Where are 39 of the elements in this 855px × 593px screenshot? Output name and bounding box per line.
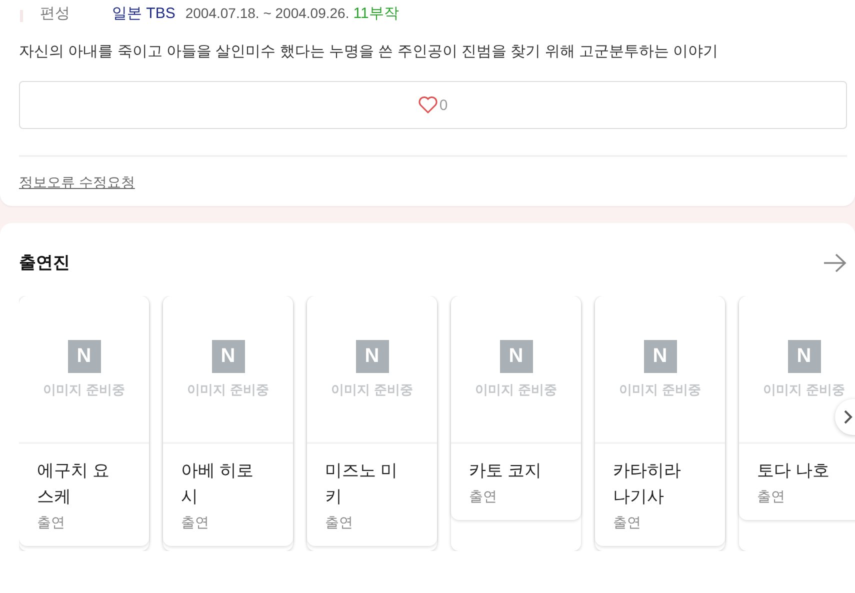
placeholder-logo: N	[644, 340, 676, 372]
cast-card[interactable]: N 이미지 준비중 카타히라 나기사 출연	[595, 296, 725, 551]
channel-text: 일본 TBS	[112, 4, 176, 22]
cast-role: 출연	[469, 488, 498, 506]
episode-count: 11부작	[353, 4, 399, 22]
cast-name: 에구치 요스케	[37, 460, 111, 508]
cast-card[interactable]: N 이미지 준비중 토다 나호 출연	[739, 296, 855, 551]
placeholder-text: 이미지 준비중	[187, 380, 269, 398]
placeholder-text: 이미지 준비중	[475, 380, 557, 398]
arrow-right-icon[interactable]	[823, 252, 847, 272]
section-title: 출연진	[19, 252, 70, 274]
cast-name: 아베 히로시	[181, 460, 255, 508]
cast-role: 출연	[181, 514, 210, 532]
cast-card[interactable]: N 이미지 준비중 에구치 요스케 출연	[19, 296, 149, 551]
cast-name: 카토 코지	[469, 460, 543, 482]
placeholder-logo: N	[788, 340, 820, 372]
placeholder-logo: N	[356, 340, 388, 372]
cast-name: 미즈노 미키	[325, 460, 399, 508]
synopsis-text: 자신의 아내를 죽이고 아들을 살인미수 했다는 누명을 쓴 주인공이 진범을 찾기 위해 고군분투하는 이야기	[19, 42, 720, 61]
report-link[interactable]: 정보오류 수정요청	[19, 174, 135, 192]
cast-role: 출연	[757, 488, 786, 506]
placeholder-logo: N	[68, 340, 100, 372]
cast-role: 출연	[325, 514, 354, 532]
cast-card[interactable]: N 이미지 준비중 카토 코지 출연	[451, 296, 581, 551]
cast-card[interactable]: N 이미지 준비중 미즈노 미키 출연	[307, 296, 437, 551]
chevron-right-icon	[843, 409, 853, 425]
placeholder-text: 이미지 준비중	[331, 380, 413, 398]
field-label: 편성	[40, 4, 71, 22]
period-text: 2004.07.18. ~ 2004.09.26.	[185, 5, 350, 21]
placeholder-logo: N	[500, 340, 532, 372]
cast-name: 카타히라 나기사	[613, 460, 682, 508]
cast-role: 출연	[613, 514, 642, 532]
cast-name: 토다 나호	[757, 460, 831, 482]
placeholder-text: 이미지 준비중	[619, 380, 701, 398]
placeholder-logo: N	[212, 340, 244, 372]
cast-role: 출연	[37, 514, 66, 532]
placeholder-text: 이미지 준비중	[43, 380, 125, 398]
cast-card[interactable]: N 이미지 준비중 아베 히로시 출연	[163, 296, 293, 551]
placeholder-text: 이미지 준비중	[763, 380, 845, 398]
